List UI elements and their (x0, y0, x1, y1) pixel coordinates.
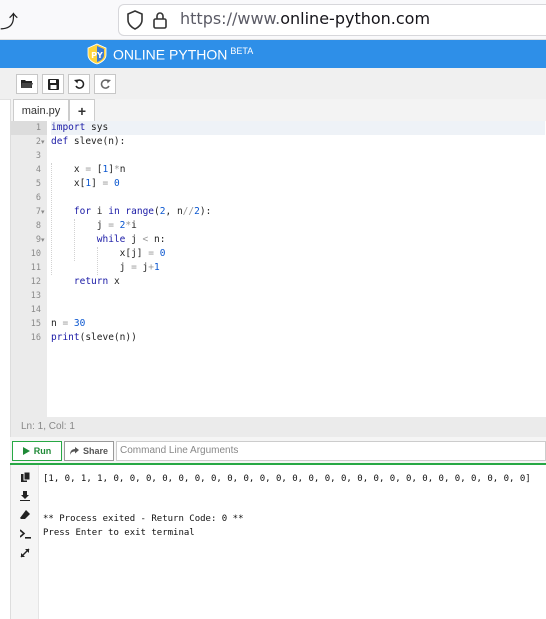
line-number: 7 (35, 207, 41, 217)
app-title-text: ONLINE PYTHON (113, 46, 228, 63)
exit-prompt: Press Enter to exit terminal (43, 528, 195, 538)
exit-message: ** Process exited - Return Code: 0 ** (43, 514, 244, 524)
open-file-button[interactable] (16, 74, 38, 94)
code-line-5: x[1] = 0 (51, 178, 120, 189)
copy-icon[interactable] (19, 471, 31, 483)
run-label: Run (33, 446, 52, 456)
code-line-15: n = 30 (51, 318, 86, 329)
terminal-sidebar (11, 465, 39, 619)
line-number: 16 (30, 333, 41, 343)
folder-open-icon (21, 80, 33, 88)
code-editor[interactable]: 1 2 3 4 5 6 7 8 9 10 11 12 13 14 15 16 ▾… (10, 121, 546, 437)
tab-main-py[interactable]: main.py (13, 99, 69, 121)
expand-icon[interactable] (19, 547, 31, 559)
line-number: 11 (30, 263, 41, 273)
redo-icon (100, 78, 111, 89)
url-prefix: https://www. (180, 9, 281, 28)
share-label: Share (82, 446, 108, 456)
editor-toolbar (0, 68, 546, 100)
code-line-7: for i in range(2, n//2): (73, 206, 212, 217)
code-line-1: import sys (51, 122, 109, 133)
tracking-shield-icon[interactable] (126, 10, 144, 30)
run-button[interactable]: Run (12, 441, 62, 461)
code-line-11: j = j+1 (51, 262, 160, 273)
code-line-12: return x (73, 276, 120, 287)
line-number: 6 (35, 193, 41, 203)
browser-url-bar: ⤴ https://www.online-python.com (0, 0, 546, 40)
line-number: 1 (35, 123, 41, 133)
code-line-9: while j < n: (96, 234, 166, 245)
fold-arrow-icon[interactable]: ▾ (41, 233, 47, 247)
line-number: 14 (30, 305, 41, 315)
line-number: 8 (35, 221, 41, 231)
code-line-4: x = [1]*n (51, 164, 126, 175)
line-number: 4 (35, 165, 41, 175)
cursor-status: Ln: 1, Col: 1 (11, 417, 546, 437)
app-title[interactable]: ONLINE PYTHON BETA (113, 46, 253, 63)
active-line-highlight (51, 121, 545, 135)
program-output: [1, 0, 1, 1, 0, 0, 0, 0, 0, 0, 0, 0, 0, … (43, 474, 531, 484)
add-tab-button[interactable]: + (69, 99, 95, 121)
play-icon (22, 447, 30, 455)
undo-icon (73, 78, 84, 89)
line-number: 5 (35, 179, 41, 189)
command-line-args-input[interactable]: Command Line Arguments (116, 441, 546, 461)
line-number: 15 (30, 319, 41, 329)
code-line-16: print(sleve(n)) (51, 332, 137, 343)
line-number: 2 (35, 137, 41, 147)
terminal-icon[interactable] (19, 528, 31, 540)
code-line-10: x[j] = 0 (51, 248, 166, 259)
line-number: 13 (30, 291, 41, 301)
share-button[interactable]: Share (64, 441, 114, 461)
url-text[interactable]: https://www.online-python.com (180, 9, 430, 28)
beta-badge: BETA (230, 46, 254, 56)
code-area[interactable]: import sys def sleve(n): x = [1]*n x[1] … (51, 121, 545, 417)
save-icon (47, 78, 59, 90)
back-arrow-icon[interactable]: ⤴ (0, 8, 18, 34)
code-line-2: def sleve(n): (51, 136, 126, 147)
download-icon[interactable] (19, 490, 31, 502)
run-bar: Run Share Command Line Arguments (10, 437, 546, 465)
share-icon (69, 447, 79, 455)
lock-icon[interactable] (152, 10, 168, 30)
undo-button[interactable] (68, 74, 90, 94)
url-domain: online-python.com (280, 9, 431, 28)
line-number: 10 (30, 249, 41, 259)
redo-button[interactable] (94, 74, 116, 94)
fold-arrow-icon[interactable]: ▾ (41, 205, 47, 219)
eraser-icon[interactable] (19, 509, 31, 521)
line-number: 3 (35, 151, 41, 161)
file-tabs: main.py + (10, 99, 546, 121)
output-terminal[interactable]: [1, 0, 1, 1, 0, 0, 0, 0, 0, 0, 0, 0, 0, … (10, 465, 546, 619)
code-line-8: j = 2*i (51, 220, 137, 231)
python-logo-icon[interactable]: PY (86, 43, 108, 65)
fold-arrow-icon[interactable]: ▾ (41, 135, 47, 149)
line-number: 12 (30, 277, 41, 287)
svg-text:PY: PY (91, 51, 103, 60)
save-button[interactable] (42, 74, 64, 94)
line-number-gutter: 1 2 3 4 5 6 7 8 9 10 11 12 13 14 15 16 ▾… (11, 121, 47, 417)
line-number: 9 (35, 235, 41, 245)
app-header: PY ONLINE PYTHON BETA (0, 40, 546, 68)
